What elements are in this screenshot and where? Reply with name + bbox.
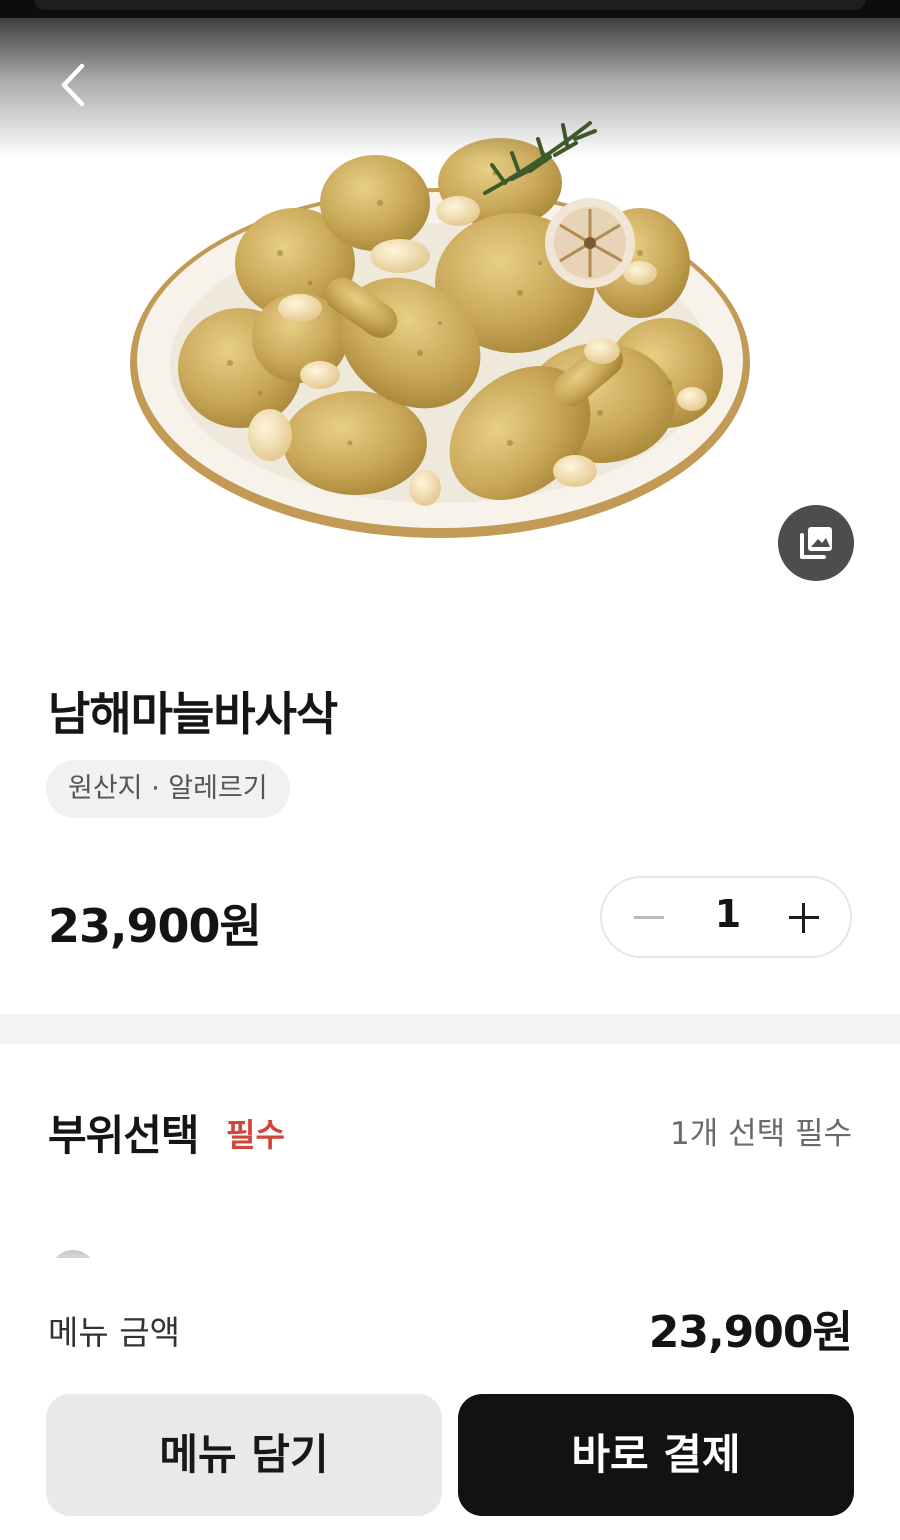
origin-allergy-chip[interactable]: 원산지 · 알레르기 [46,760,290,818]
add-to-cart-button[interactable]: 메뉴 담기 [46,1394,442,1516]
header-gradient [0,18,900,158]
gallery-button[interactable] [778,505,854,581]
product-title: 남해마늘바사삭 [48,687,338,741]
product-price: 23,900원 [48,899,262,953]
quantity-stepper: 1 [600,876,852,958]
decrease-quantity-button[interactable] [628,896,672,940]
buy-now-button[interactable]: 바로 결제 [458,1394,854,1516]
option-section-title: 부위선택 [48,1111,200,1160]
chevron-left-icon [61,63,85,107]
bottom-order-bar: 메뉴 금액 23,900원 메뉴 담기 바로 결제 [0,1258,900,1540]
required-badge: 필수 [226,1116,285,1154]
url-bar-edge [34,0,866,10]
total-amount: 23,900원 [648,1307,853,1358]
back-button[interactable] [50,58,100,112]
total-label: 메뉴 금액 [48,1313,180,1352]
section-divider [0,1014,900,1044]
increase-quantity-button[interactable] [782,896,826,940]
quantity-value: 1 [714,892,742,936]
chicken-plate-illustration [130,121,750,538]
status-bar [0,0,900,18]
photo-gallery-icon [800,527,832,559]
option-hint: 1개 선택 필수 [669,1116,852,1152]
